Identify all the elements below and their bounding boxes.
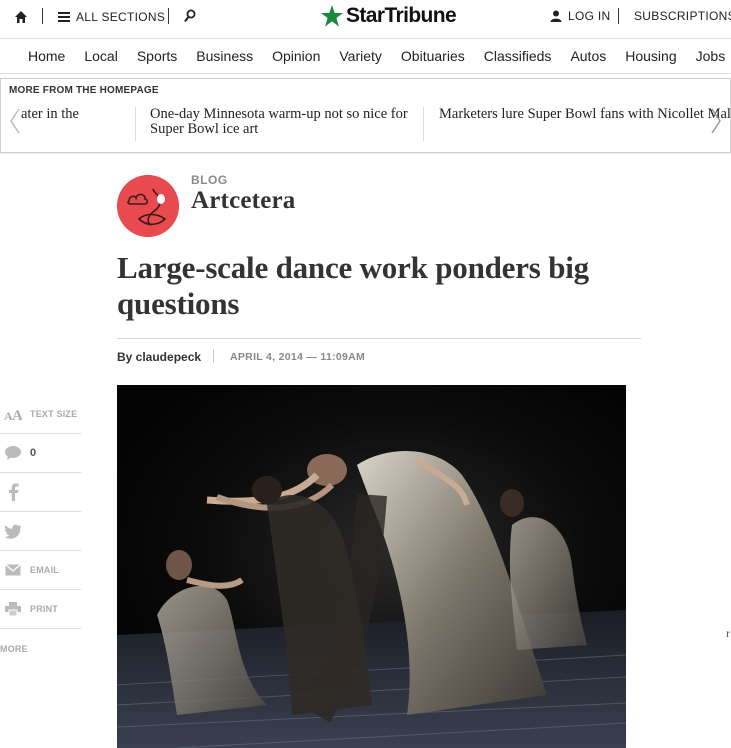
nav-housing[interactable]: Housing xyxy=(625,48,676,64)
divider xyxy=(117,338,641,339)
homepage-story-2[interactable]: One-day Minnesota warm-up not so nice fo… xyxy=(150,107,420,137)
blog-kicker: BLOG xyxy=(191,173,228,187)
text-size-label: TEXT SIZE xyxy=(30,409,78,419)
twitter-icon xyxy=(4,522,22,540)
divider xyxy=(168,8,169,24)
divider xyxy=(423,107,424,141)
article-headline: Large-scale dance work ponders big quest… xyxy=(117,250,589,321)
divider xyxy=(135,107,136,141)
all-sections-button[interactable]: ALL SECTIONS xyxy=(58,10,165,24)
nav-business[interactable]: Business xyxy=(196,48,253,64)
comments-count: 0 xyxy=(30,447,37,459)
artcetera-logo-icon[interactable] xyxy=(117,175,179,237)
nav-local[interactable]: Local xyxy=(84,48,117,64)
email-label: EMAIL xyxy=(30,565,59,575)
more-label: MORE xyxy=(0,643,28,654)
more-tools-button[interactable]: MORE xyxy=(0,629,81,668)
nav-sports[interactable]: Sports xyxy=(137,48,177,64)
top-bar: ALL SECTIONS StarTribune LOG IN SUBSCRIP… xyxy=(0,0,731,36)
print-icon xyxy=(4,600,22,618)
brand-name: StarTribune xyxy=(346,4,457,27)
facebook-share-button[interactable] xyxy=(0,473,81,512)
comments-button[interactable]: 0 xyxy=(0,434,81,473)
article-photo[interactable] xyxy=(117,385,626,748)
stray-text: r xyxy=(726,626,730,640)
subscriptions-link[interactable]: SUBSCRIPTIONS xyxy=(634,9,731,23)
all-sections-label: ALL SECTIONS xyxy=(76,10,166,24)
search-icon[interactable] xyxy=(184,9,196,23)
nav-jobs[interactable]: Jobs xyxy=(696,48,726,64)
hamburger-icon xyxy=(58,12,70,22)
blog-name[interactable]: Artcetera xyxy=(191,187,296,215)
login-button[interactable]: LOG IN xyxy=(550,9,610,23)
login-label: LOG IN xyxy=(568,9,611,23)
twitter-share-button[interactable] xyxy=(0,512,81,551)
dance-performance-image xyxy=(117,385,626,748)
nav-variety[interactable]: Variety xyxy=(339,48,382,64)
article-byline[interactable]: By claudepeck xyxy=(117,350,201,364)
user-icon xyxy=(550,10,562,22)
nav-obituaries[interactable]: Obituaries xyxy=(401,48,465,64)
nav-home[interactable]: Home xyxy=(28,48,65,64)
divider xyxy=(42,8,43,24)
more-from-homepage: MORE FROM THE HOMEPAGE ater in the One-d… xyxy=(0,78,731,153)
star-icon xyxy=(321,5,343,27)
email-icon xyxy=(4,561,22,579)
homepage-story-1[interactable]: ater in the xyxy=(21,107,131,122)
carousel-next-icon[interactable] xyxy=(710,107,724,135)
nav-opinion[interactable]: Opinion xyxy=(272,48,320,64)
facebook-icon xyxy=(4,483,22,501)
svg-text:A: A xyxy=(12,408,22,421)
article-tools: AA TEXT SIZE 0 EMAIL PRINT MORE xyxy=(0,395,81,668)
more-label: MORE FROM THE HOMEPAGE xyxy=(9,85,159,96)
divider xyxy=(213,349,214,363)
nav-autos[interactable]: Autos xyxy=(570,48,606,64)
email-share-button[interactable]: EMAIL xyxy=(0,551,81,590)
main-nav: Home Local Sports Business Opinion Varie… xyxy=(0,38,731,74)
home-icon[interactable] xyxy=(14,10,28,24)
text-size-button[interactable]: AA TEXT SIZE xyxy=(0,395,81,434)
homepage-story-3[interactable]: Marketers lure Super Bowl fans with Nico… xyxy=(439,107,730,122)
print-button[interactable]: PRINT xyxy=(0,590,81,629)
startribune-logo[interactable]: StarTribune xyxy=(320,4,457,28)
comment-icon xyxy=(4,444,22,462)
article-date: APRIL 4, 2014 — 11:09AM xyxy=(230,351,366,363)
divider xyxy=(618,8,619,24)
nav-classifieds[interactable]: Classifieds xyxy=(484,48,552,64)
text-size-icon: AA xyxy=(4,405,22,423)
print-label: PRINT xyxy=(30,604,58,614)
